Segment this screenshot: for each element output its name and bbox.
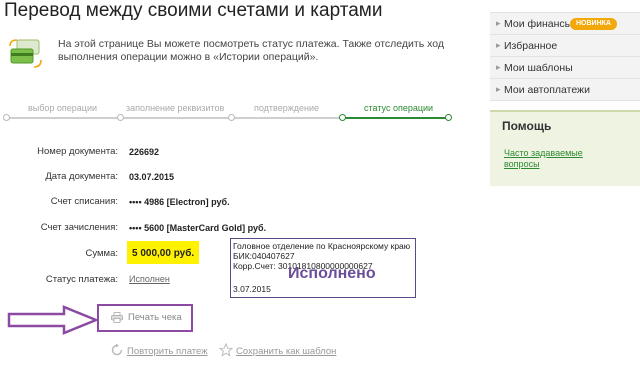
star-icon[interactable] [219, 343, 233, 357]
chevron-right-icon: ▸ [496, 40, 501, 50]
stamp-status-text: Исполнено [288, 265, 376, 282]
repeat-payment-link[interactable]: Повторить платеж [127, 346, 208, 357]
stamp-bik: БИК:040407627 [233, 251, 295, 261]
amount-value: 5 000,00 руб. [132, 248, 195, 259]
doc-number-label: Номер документа: [37, 146, 118, 157]
progress-dot-current [339, 114, 346, 121]
progress-line [6, 117, 342, 119]
debit-account-value: •••• 4986 [Electron] руб. [129, 197, 230, 207]
sidebar-nav: ▸ Мои финансы НОВИНКА ▸ Избранное ▸ Мои … [490, 12, 640, 101]
amount-label: Сумма: [85, 248, 119, 259]
transfer-cards-icon [9, 39, 42, 68]
repeat-icon[interactable] [110, 343, 124, 357]
credit-account-label: Счет зачисления: [40, 222, 118, 233]
help-panel: Помощь Часто задаваемые вопросы [490, 110, 640, 186]
save-template-link[interactable]: Сохранить как шаблон [236, 346, 336, 357]
intro-text: На этой странице Вы можете посмотреть ст… [58, 38, 444, 63]
sidebar-item-label: Мои автоплатежи [504, 84, 590, 96]
sidebar-item-my-templates[interactable]: ▸ Мои шаблоны [490, 57, 640, 79]
progress-dot [228, 114, 235, 121]
progress-dot-start [3, 114, 10, 121]
doc-date-label: Дата документа: [45, 171, 118, 182]
sidebar-item-my-finances[interactable]: ▸ Мои финансы НОВИНКА [490, 13, 640, 35]
sidebar-item-label: Избранное [504, 40, 558, 52]
sidebar-item-my-autopayments[interactable]: ▸ Мои автоплатежи [490, 79, 640, 101]
step-operation-status: статус операции [364, 103, 434, 113]
status-value-link[interactable]: Исполнен [129, 274, 170, 284]
doc-number-value: 226692 [129, 147, 160, 157]
status-label: Статус платежа: [45, 274, 118, 285]
progress-dot-end [445, 114, 452, 121]
help-title: Помощь [502, 119, 552, 133]
new-badge: НОВИНКА [570, 18, 617, 30]
print-receipt-button[interactable]: Печать чека [128, 312, 182, 323]
chevron-right-icon: ▸ [496, 62, 501, 72]
faq-link[interactable]: Часто задаваемые вопросы [504, 148, 604, 170]
doc-date-value: 03.07.2015 [129, 172, 175, 182]
step-fill-details: заполнение реквизитов [126, 103, 225, 113]
step-confirmation: подтверждение [254, 103, 320, 113]
step-choose-operation: выбор операции [28, 103, 98, 113]
sidebar-item-favorites[interactable]: ▸ Избранное [490, 35, 640, 57]
sidebar: ▸ Мои финансы НОВИНКА ▸ Избранное ▸ Мои … [490, 0, 640, 367]
page-title: Перевод между своими счетами и картами [4, 0, 383, 21]
main-content: Перевод между своими счетами и картами Н… [0, 0, 488, 367]
debit-account-label: Счет списания: [50, 196, 118, 207]
chevron-right-icon: ▸ [496, 84, 501, 94]
progress-dot [117, 114, 124, 121]
sidebar-item-label: Мои финансы [504, 18, 573, 30]
credit-account-value: •••• 5600 [MasterCard Gold] руб. [129, 223, 267, 233]
stamp-bank-branch: Головное отделение по Красноярскому краю [233, 241, 411, 251]
chevron-right-icon: ▸ [496, 18, 501, 28]
printer-icon[interactable] [111, 312, 123, 323]
annotation-arrow-icon [7, 305, 100, 335]
stamp-date: 3.07.2015 [233, 284, 271, 294]
sidebar-item-label: Мои шаблоны [504, 62, 573, 74]
progress-line-active [342, 117, 450, 119]
